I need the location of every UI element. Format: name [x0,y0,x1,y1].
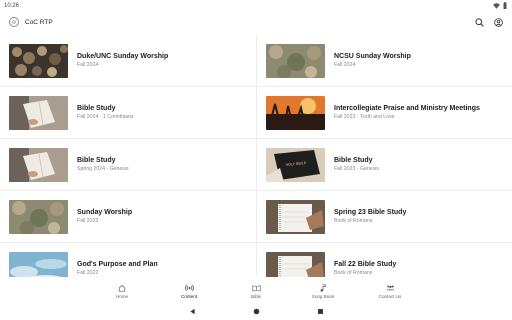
card-subtitle: Fall 2023 [77,218,99,224]
recents-icon[interactable] [317,308,324,315]
content-card[interactable]: Spring 23 Bible Study Book of Romans [257,191,512,243]
content-card[interactable]: Bible Study Fall 2024 - 1 Corinthians [0,87,256,139]
search-icon[interactable] [474,17,484,27]
system-navigation-bar [0,302,512,320]
nav-song-book[interactable]: Song Book [290,280,357,302]
content-card[interactable]: Bible Study Spring 2024 - Genesis [0,139,256,191]
nav-label: Song Book [311,294,335,299]
card-subtitle: Fall 2024 [77,62,99,68]
bottom-navigation: Home Content Bible Song Book Contact Us [0,280,512,302]
thumbnail-reading [9,95,68,130]
card-title: Bible Study [77,105,116,112]
thumbnail-moss [9,199,68,234]
content-card[interactable]: HOLY BIBLE Bible Study Fall 2023 - Genes… [257,139,512,191]
card-subtitle: Book of Romans [334,218,373,224]
book-icon [251,283,261,293]
content-card[interactable]: Sunday Worship Fall 2023 [0,191,256,243]
card-title: Bible Study [77,157,116,164]
content-card[interactable]: Fall 22 Bible Study Book of Romans [257,243,512,277]
content-card[interactable]: NCSU Sunday Worship Fall 2024 [257,35,512,87]
music-note-icon [318,283,328,293]
nav-content[interactable]: Content [156,280,223,302]
thumbnail-notebook [266,251,325,277]
thumbnail-reading [9,147,68,182]
content-column-left: Duke/UNC Sunday Worship Fall 2024 Bible … [0,35,256,277]
content-grid: Duke/UNC Sunday Worship Fall 2024 Bible … [0,35,512,277]
wifi-icon [493,2,500,9]
content-card[interactable]: Duke/UNC Sunday Worship Fall 2024 [0,35,256,87]
card-subtitle: Spring 2024 - Genesis [77,166,129,172]
content-column-right: NCSU Sunday Worship Fall 2024 Intercolle… [256,35,512,277]
nav-home[interactable]: Home [89,280,156,302]
thumbnail-sky [9,251,68,277]
app-title: CoC RTP [25,18,53,26]
status-bar: 10:26 [0,0,512,11]
thumbnail-concert [266,95,325,130]
status-icons [493,2,507,9]
account-icon[interactable] [493,17,503,27]
nav-contact-us[interactable]: Contact Us [357,280,424,302]
card-title: Fall 22 Bible Study [334,261,397,268]
nav-label: Contact Us [378,294,402,299]
card-title: Intercollegiate Praise and Ministry Meet… [334,105,480,112]
card-subtitle: Fall 2022 [77,270,99,276]
content-card[interactable]: God's Purpose and Plan Fall 2022 [0,243,256,277]
card-subtitle: Fall 2024 [334,62,356,68]
nav-bible[interactable]: Bible [223,280,290,302]
content-card[interactable]: Intercollegiate Praise and Ministry Meet… [257,87,512,139]
card-subtitle: Book of Romans [334,270,373,276]
top-app-bar: CoC RTP [0,11,512,33]
contacts-icon [385,283,395,293]
card-title: Spring 23 Bible Study [334,209,407,216]
card-title: Bible Study [334,157,373,164]
back-icon[interactable] [189,308,196,315]
home-circle-icon[interactable] [253,308,260,315]
card-title: Sunday Worship [77,209,133,216]
nav-label: Home [115,294,129,299]
card-title: God's Purpose and Plan [77,261,158,268]
thumbnail-notebook [266,199,325,234]
thumbnail-logs [9,43,68,78]
card-subtitle: Fall 2023 - Truth and Love [334,114,395,120]
home-icon [117,283,127,293]
status-time: 10:26 [4,2,20,9]
card-subtitle: Fall 2023 - Genesis [334,166,379,172]
nav-label: Bible [250,294,262,299]
coc-logo-icon[interactable] [9,17,19,27]
thumbnail-holy-bible: HOLY BIBLE [266,147,325,182]
nav-label: Content [180,294,198,299]
card-title: NCSU Sunday Worship [334,53,411,60]
battery-icon [503,2,507,9]
thumbnail-moss [266,43,325,78]
card-title: Duke/UNC Sunday Worship [77,53,169,60]
card-subtitle: Fall 2024 - 1 Corinthians [77,114,134,120]
broadcast-icon [184,283,194,293]
